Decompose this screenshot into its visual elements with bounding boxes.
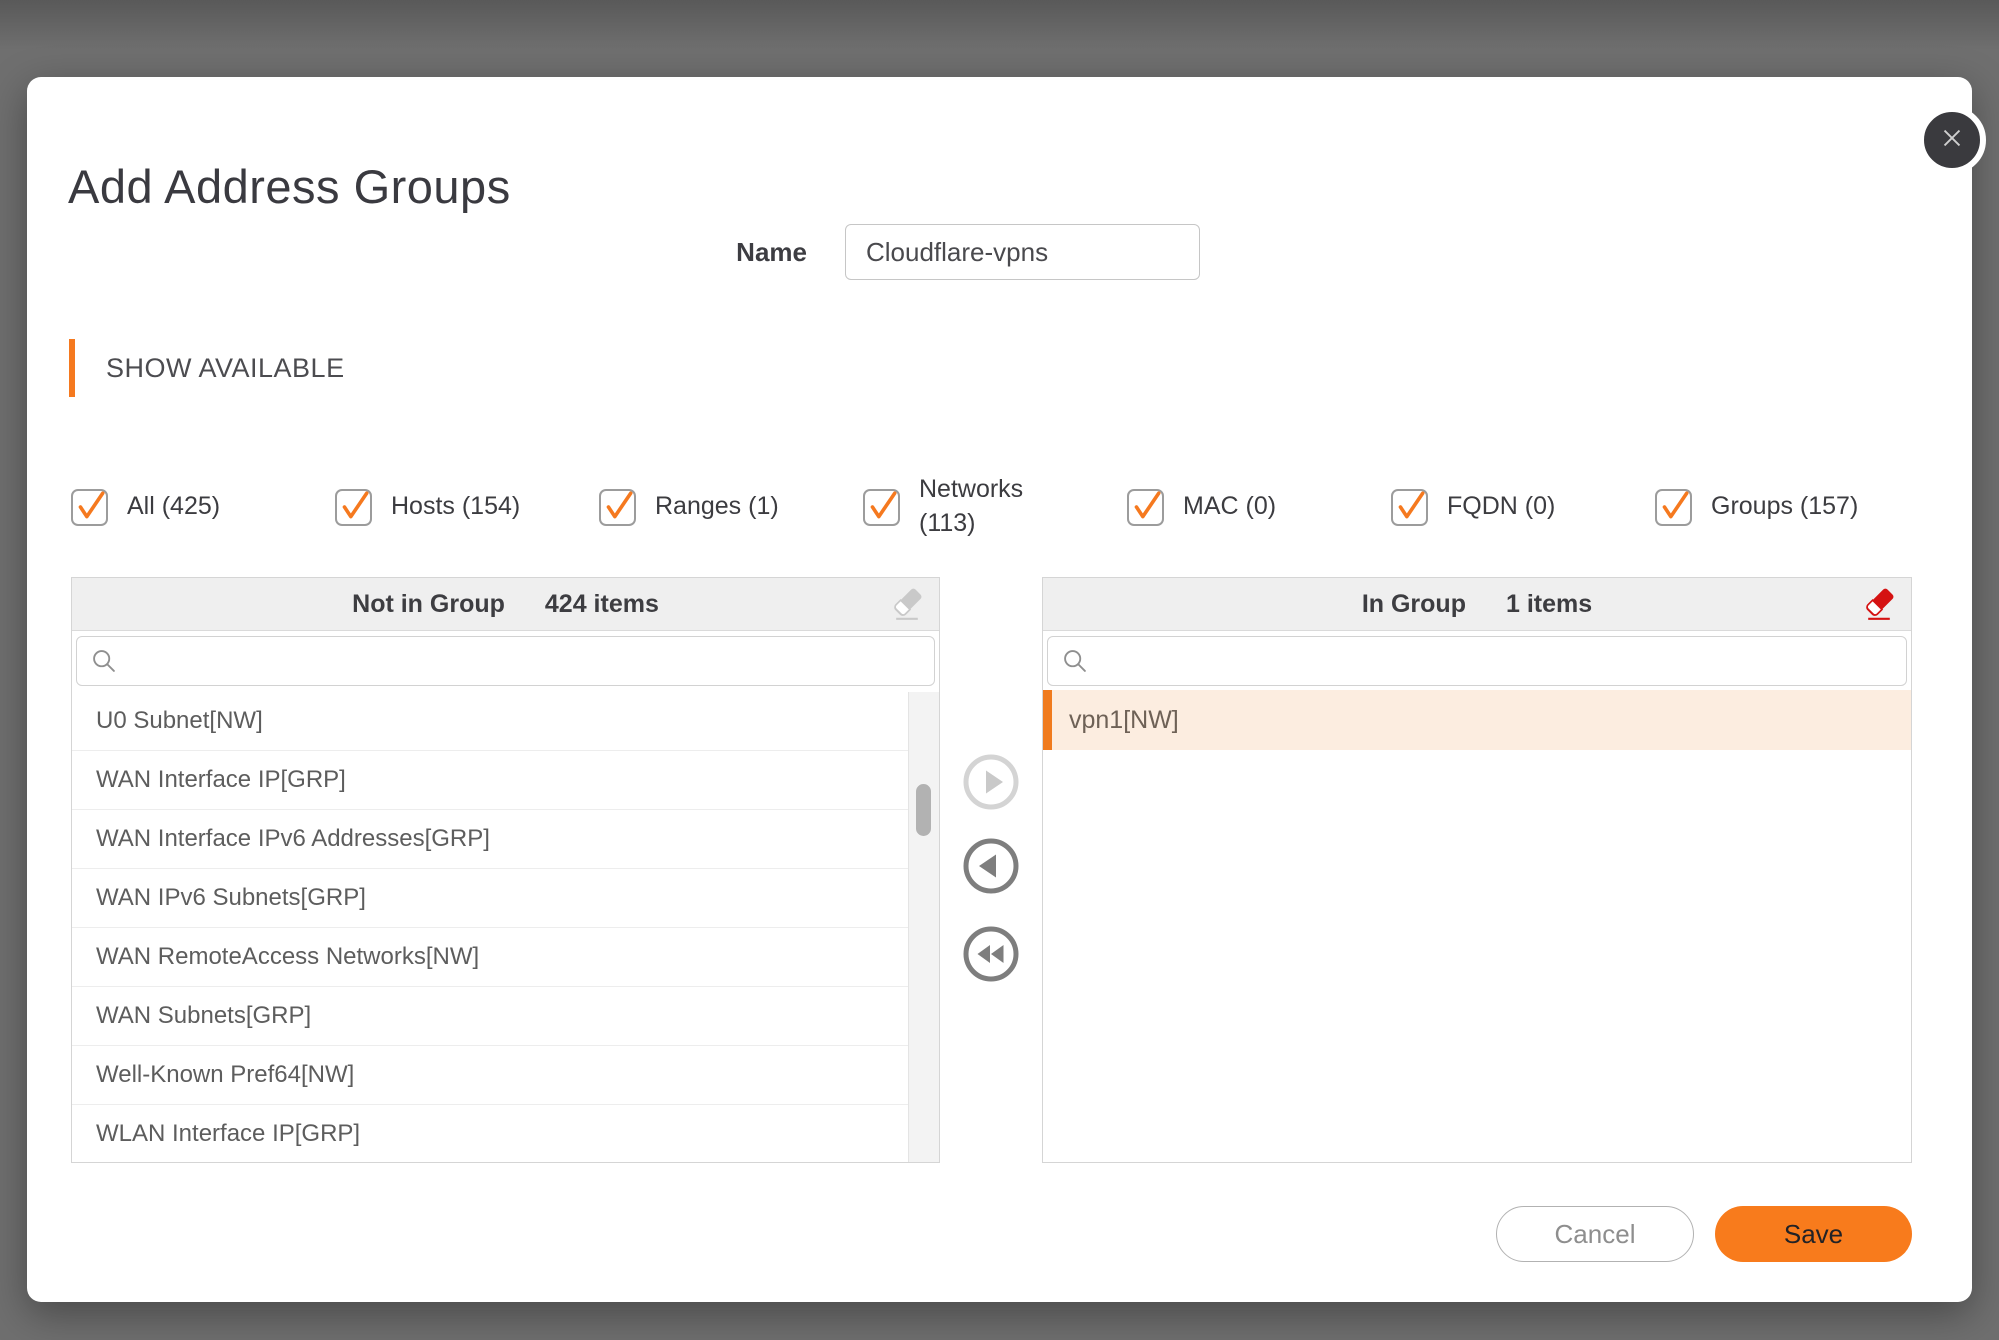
filter-label: MAC (0) [1183, 490, 1276, 524]
in-group-search [1043, 631, 1911, 690]
dialog-title: Add Address Groups [68, 159, 511, 214]
save-button[interactable]: Save [1715, 1206, 1912, 1262]
list-item[interactable]: WAN RemoteAccess Networks[NW] [72, 928, 909, 987]
checkbox-checked-icon[interactable] [1655, 489, 1692, 526]
add-address-groups-dialog: Add Address Groups Name SHOW AVAILABLE A… [27, 77, 1972, 1302]
type-filter-row: All (425) Hosts (154) Ranges (1) Network… [71, 465, 1951, 549]
name-label: Name [567, 224, 807, 280]
in-group-list: vpn1[NW] [1043, 690, 1911, 1162]
section-accent-bar [69, 339, 75, 397]
section-label: SHOW AVAILABLE [106, 353, 345, 384]
double-arrow-left-icon [962, 971, 1020, 986]
in-group-panel: In Group 1 items [1042, 577, 1912, 1163]
clear-group-eraser-icon[interactable] [1861, 587, 1897, 623]
move-left-button[interactable] [962, 837, 1020, 895]
filter-label: Groups (157) [1711, 490, 1858, 524]
filter-hosts[interactable]: Hosts (154) [335, 489, 599, 526]
scrollbar-track[interactable] [908, 692, 939, 1162]
show-available-section: SHOW AVAILABLE [69, 339, 345, 397]
filter-all[interactable]: All (425) [71, 489, 335, 526]
list-item[interactable]: WAN Subnets[GRP] [72, 987, 909, 1046]
name-input[interactable] [845, 224, 1200, 280]
not-in-group-list: U0 Subnet[NW] WAN Interface IP[GRP] WAN … [72, 692, 909, 1162]
panel-item-count: 1 items [1506, 590, 1592, 619]
panel-item-count: 424 items [545, 590, 659, 619]
not-in-group-search [72, 631, 939, 690]
filter-label: FQDN (0) [1447, 490, 1555, 524]
checkbox-checked-icon[interactable] [71, 489, 108, 526]
move-right-button[interactable] [962, 753, 1020, 811]
scrollbar-thumb[interactable] [916, 784, 931, 836]
search-input[interactable] [1047, 636, 1907, 686]
panel-title: In Group [1362, 590, 1466, 619]
not-in-group-header: Not in Group 424 items [72, 578, 939, 631]
filter-fqdn[interactable]: FQDN (0) [1391, 489, 1655, 526]
filter-label: All (425) [127, 490, 220, 524]
filter-label: Networks (113) [919, 473, 1047, 541]
transfer-controls [940, 577, 1042, 1163]
selected-list-item[interactable]: vpn1[NW] [1043, 690, 1911, 750]
checkbox-checked-icon[interactable] [599, 489, 636, 526]
checkbox-checked-icon[interactable] [1391, 489, 1428, 526]
checkbox-checked-icon[interactable] [863, 489, 900, 526]
list-item[interactable]: WAN Interface IP[GRP] [72, 751, 909, 810]
transfer-panels: Not in Group 424 items [71, 577, 1912, 1163]
filter-mac[interactable]: MAC (0) [1127, 489, 1391, 526]
list-item[interactable]: WLAN Interface IP[GRP] [72, 1105, 909, 1162]
list-item[interactable]: Well-Known Pref64[NW] [72, 1046, 909, 1105]
checkbox-checked-icon[interactable] [335, 489, 372, 526]
move-all-left-button[interactable] [962, 925, 1020, 983]
cancel-button[interactable]: Cancel [1496, 1206, 1694, 1262]
checkbox-checked-icon[interactable] [1127, 489, 1164, 526]
arrow-right-icon [962, 799, 1020, 814]
clear-search-eraser-icon[interactable] [889, 587, 925, 623]
filter-label: Ranges (1) [655, 490, 779, 524]
filter-networks[interactable]: Networks (113) [863, 473, 1127, 541]
list-item[interactable]: WAN Interface IPv6 Addresses[GRP] [72, 810, 909, 869]
close-icon [1938, 124, 1966, 157]
list-item[interactable]: WAN IPv6 Subnets[GRP] [72, 869, 909, 928]
arrow-left-icon [962, 883, 1020, 898]
not-in-group-panel: Not in Group 424 items [71, 577, 940, 1163]
panel-title: Not in Group [352, 590, 505, 619]
filter-label: Hosts (154) [391, 490, 520, 524]
search-input[interactable] [76, 636, 935, 686]
list-item[interactable]: U0 Subnet[NW] [72, 692, 909, 751]
close-button[interactable] [1918, 106, 1986, 174]
filter-groups[interactable]: Groups (157) [1655, 489, 1919, 526]
filter-ranges[interactable]: Ranges (1) [599, 489, 863, 526]
in-group-header: In Group 1 items [1043, 578, 1911, 631]
